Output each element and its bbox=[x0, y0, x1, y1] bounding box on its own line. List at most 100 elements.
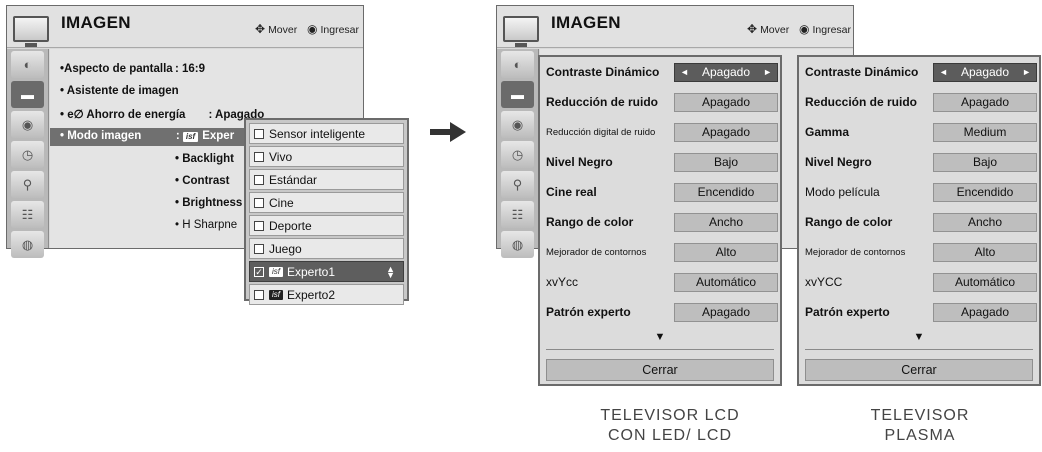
close-button[interactable]: Cerrar bbox=[805, 359, 1033, 381]
lock-icon[interactable]: ⚲ bbox=[501, 171, 534, 198]
setting-row-noise-reduction[interactable]: Reducción de ruido Apagado bbox=[542, 91, 778, 113]
setting-value[interactable]: Automático bbox=[933, 273, 1037, 292]
option-sport[interactable]: Deporte bbox=[249, 215, 404, 236]
enter-hint-label: Ingresar bbox=[320, 24, 360, 36]
left-arrow-icon[interactable]: ◄ bbox=[680, 64, 689, 81]
lcd-caption: TELEVISOR LCD CON LED/ LCD bbox=[580, 406, 760, 446]
setting-row-color-gamut[interactable]: Rango de color Ancho bbox=[542, 211, 778, 233]
setting-row-film-mode[interactable]: Modo película Encendido bbox=[801, 181, 1037, 203]
setting-label: Mejorador de contornos bbox=[546, 247, 647, 258]
setting-row-dynamic-contrast[interactable]: Contraste Dinámico ◄ Apagado ► bbox=[801, 61, 1037, 83]
dpad-icon: ✥ bbox=[747, 22, 758, 36]
option-cinema[interactable]: Cine bbox=[249, 192, 404, 213]
setting-value[interactable]: Apagado bbox=[674, 303, 778, 322]
speaker-icon[interactable]: ◉ bbox=[501, 111, 534, 138]
checkbox-icon bbox=[254, 151, 264, 162]
plasma-caption-line2: PLASMA bbox=[884, 427, 956, 444]
menu-row-backlight[interactable]: • Backlight bbox=[175, 153, 234, 165]
setting-label: Rango de color bbox=[805, 215, 893, 229]
scroll-down-icon[interactable]: ▼ bbox=[540, 331, 780, 343]
speaker-icon[interactable]: ◉ bbox=[11, 111, 44, 138]
setting-value[interactable]: Automático bbox=[674, 273, 778, 292]
option-label: Cine bbox=[269, 195, 294, 210]
setting-value[interactable]: Apagado bbox=[674, 93, 778, 112]
setting-label: Gamma bbox=[805, 125, 850, 139]
setting-row-xvycc[interactable]: xvYCC Automático bbox=[801, 271, 1037, 293]
checkbox-icon bbox=[254, 197, 264, 208]
menu-row-contrast[interactable]: • Contrast bbox=[175, 175, 230, 187]
setting-value[interactable]: Apagado bbox=[933, 303, 1037, 322]
setting-row-black-level[interactable]: Nivel Negro Bajo bbox=[542, 151, 778, 173]
setting-row-dynamic-contrast[interactable]: Contraste Dinámico ◄ Apagado ► bbox=[542, 61, 778, 83]
setting-value[interactable]: Alto bbox=[933, 243, 1037, 262]
clock-icon[interactable]: ◷ bbox=[501, 141, 534, 168]
setting-row-expert-pattern[interactable]: Patrón experto Apagado bbox=[801, 301, 1037, 323]
setting-value[interactable]: Bajo bbox=[674, 153, 778, 172]
picture-icon[interactable]: ▬ bbox=[501, 81, 534, 108]
option-standard[interactable]: Estándar bbox=[249, 169, 404, 190]
setting-value[interactable]: Alto bbox=[674, 243, 778, 262]
options-icon[interactable]: ☷ bbox=[501, 201, 534, 228]
scroll-down-icon[interactable]: ▼ bbox=[799, 331, 1039, 343]
move-hint-label: Mover bbox=[268, 24, 298, 36]
setting-value[interactable]: Encendido bbox=[674, 183, 778, 202]
setting-value[interactable]: ◄ Apagado ► bbox=[674, 63, 778, 82]
option-expert1[interactable]: ✓ isf Experto1 ▲ ▼ bbox=[249, 261, 404, 282]
plasma-caption-line1: TELEVISOR bbox=[870, 407, 970, 424]
network-icon[interactable]: ◍ bbox=[501, 231, 534, 258]
setting-row-noise-reduction[interactable]: Reducción de ruido Apagado bbox=[801, 91, 1037, 113]
option-smart-sensor[interactable]: Sensor inteligente bbox=[249, 123, 404, 144]
setting-value[interactable]: Medium bbox=[933, 123, 1037, 142]
network-icon[interactable]: ◍ bbox=[11, 231, 44, 258]
lock-icon[interactable]: ⚲ bbox=[11, 171, 44, 198]
clock-icon[interactable]: ◷ bbox=[11, 141, 44, 168]
setting-row-real-cinema[interactable]: Cine real Encendido bbox=[542, 181, 778, 203]
menu-row-picture-wizard[interactable]: • Asistente de imagen bbox=[60, 85, 179, 97]
satellite-dish-icon[interactable]: ◐ bbox=[501, 51, 534, 78]
satellite-dish-icon[interactable]: ◐ bbox=[11, 51, 44, 78]
menu-row-brightness[interactable]: • Brightness bbox=[175, 197, 242, 209]
option-expert2[interactable]: isf Experto2 bbox=[249, 284, 404, 305]
setting-row-color-gamut[interactable]: Rango de color Ancho bbox=[801, 211, 1037, 233]
setting-row-edge-enhancer[interactable]: Mejorador de contornos Alto bbox=[801, 241, 1037, 263]
setting-value-text: Apagado bbox=[701, 65, 751, 79]
setting-value[interactable]: Apagado bbox=[933, 93, 1037, 112]
setting-row-edge-enhancer[interactable]: Mejorador de contornos Alto bbox=[542, 241, 778, 263]
checkbox-icon bbox=[254, 243, 264, 254]
plasma-caption: TELEVISOR PLASMA bbox=[860, 406, 980, 446]
menu-row-aspect-ratio[interactable]: •Aspecto de pantalla : 16:9 bbox=[60, 63, 205, 75]
option-label: Juego bbox=[269, 241, 302, 256]
setting-value[interactable]: Bajo bbox=[933, 153, 1037, 172]
option-game[interactable]: Juego bbox=[249, 238, 404, 259]
setting-label: Patrón experto bbox=[805, 305, 890, 319]
menu-title: IMAGEN bbox=[61, 13, 131, 32]
ok-button-icon: ◉ bbox=[307, 22, 318, 36]
close-button[interactable]: Cerrar bbox=[546, 359, 774, 381]
setting-row-digital-noise-reduction[interactable]: Reducción digital de ruido Apagado bbox=[542, 121, 778, 143]
menu-row-h-sharpness[interactable]: • H Sharpne bbox=[175, 219, 237, 231]
setting-value[interactable]: Ancho bbox=[674, 213, 778, 232]
enter-hint-label: Ingresar bbox=[812, 24, 852, 36]
right-arrow-icon[interactable]: ► bbox=[763, 64, 772, 81]
tv-icon bbox=[13, 16, 49, 47]
option-vivid[interactable]: Vivo bbox=[249, 146, 404, 167]
setting-row-xvycc[interactable]: xvYcc Automático bbox=[542, 271, 778, 293]
setting-row-gamma[interactable]: Gamma Medium bbox=[801, 121, 1037, 143]
options-icon[interactable]: ☷ bbox=[11, 201, 44, 228]
setting-value[interactable]: Encendido bbox=[933, 183, 1037, 202]
category-sidebar: ◐ ▬ ◉ ◷ ⚲ ☷ ◍ bbox=[7, 49, 49, 258]
option-label: Experto2 bbox=[287, 287, 336, 302]
setting-value[interactable]: Ancho bbox=[933, 213, 1037, 232]
setting-row-expert-pattern[interactable]: Patrón experto Apagado bbox=[542, 301, 778, 323]
lcd-expert-settings-panel: Contraste Dinámico ◄ Apagado ► Reducción d… bbox=[538, 55, 782, 386]
setting-value[interactable]: ◄ Apagado ► bbox=[933, 63, 1037, 82]
left-arrow-icon[interactable]: ◄ bbox=[939, 64, 948, 81]
menu-row-energy-saving[interactable]: • e∅ Ahorro de energía : Apagado bbox=[60, 107, 264, 121]
menu-row-picture-mode[interactable]: • Modo imagen : isf Exper bbox=[50, 128, 250, 146]
setting-label: Mejorador de contornos bbox=[805, 247, 906, 258]
setting-value[interactable]: Apagado bbox=[674, 123, 778, 142]
picture-icon[interactable]: ▬ bbox=[11, 81, 44, 108]
setting-row-black-level[interactable]: Nivel Negro Bajo bbox=[801, 151, 1037, 173]
right-arrow-icon bbox=[430, 122, 466, 142]
right-arrow-icon[interactable]: ► bbox=[1022, 64, 1031, 81]
